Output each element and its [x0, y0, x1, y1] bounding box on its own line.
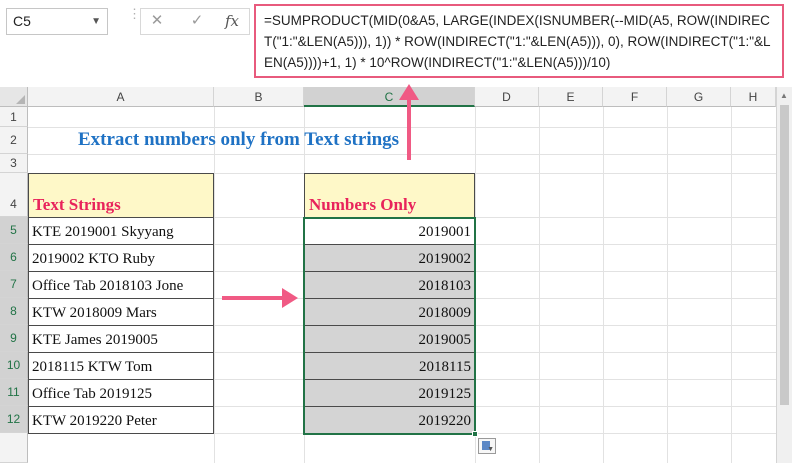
annotation-layer	[222, 84, 419, 308]
arrow-right-icon	[222, 288, 298, 308]
arrow-up-icon	[399, 84, 419, 160]
